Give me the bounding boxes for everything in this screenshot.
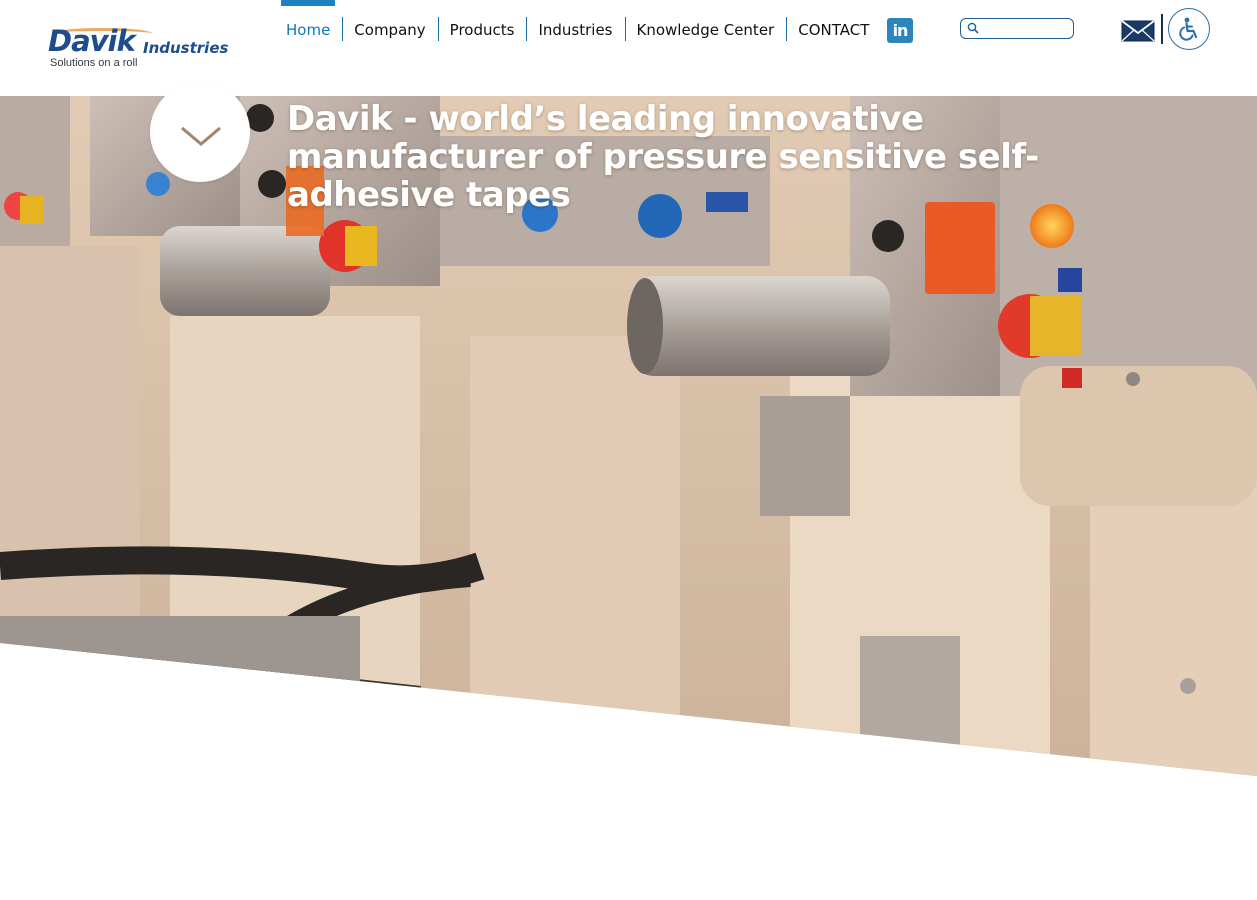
hero-title: Davik - world’s leading innovative manuf… (287, 99, 1039, 215)
nav-item-label: Knowledge Center (636, 21, 775, 39)
search-input[interactable] (983, 20, 1067, 35)
search-icon[interactable] (967, 22, 979, 34)
nav-item-label: Industries (538, 21, 613, 39)
nav-item-company[interactable]: Company (342, 0, 437, 60)
nav-item-industries[interactable]: Industries (526, 0, 624, 60)
site-header: Davik Industries Solutions on a roll Hom… (0, 0, 1257, 96)
logo-tagline: Solutions on a roll (50, 57, 138, 69)
chevron-down-icon (181, 126, 221, 146)
search-box (960, 18, 1074, 39)
linkedin-glyph: in (892, 21, 909, 40)
nav-item-label: CONTACT (798, 21, 870, 39)
nav-item-label: Products (449, 21, 515, 39)
scroll-down-button[interactable] (150, 82, 250, 182)
linkedin-icon[interactable]: in (887, 18, 913, 43)
accessibility-icon[interactable] (1168, 8, 1210, 50)
nav-item-products[interactable]: Products (437, 0, 527, 60)
nav-item-contact[interactable]: CONTACT (786, 0, 881, 60)
mail-icon[interactable] (1121, 20, 1155, 42)
nav-item-home[interactable]: Home (280, 0, 342, 60)
header-divider (1161, 14, 1163, 44)
nav-item-knowledge-center[interactable]: Knowledge Center (624, 0, 787, 60)
main-nav: Home Company Products Industries Knowled… (280, 0, 881, 60)
logo-suffix: Industries (143, 39, 229, 57)
nav-item-label: Company (354, 21, 426, 39)
nav-item-label: Home (286, 21, 331, 39)
logo-wordmark: Davik (48, 24, 136, 58)
davik-logo[interactable]: Davik Industries Solutions on a roll (48, 24, 238, 72)
